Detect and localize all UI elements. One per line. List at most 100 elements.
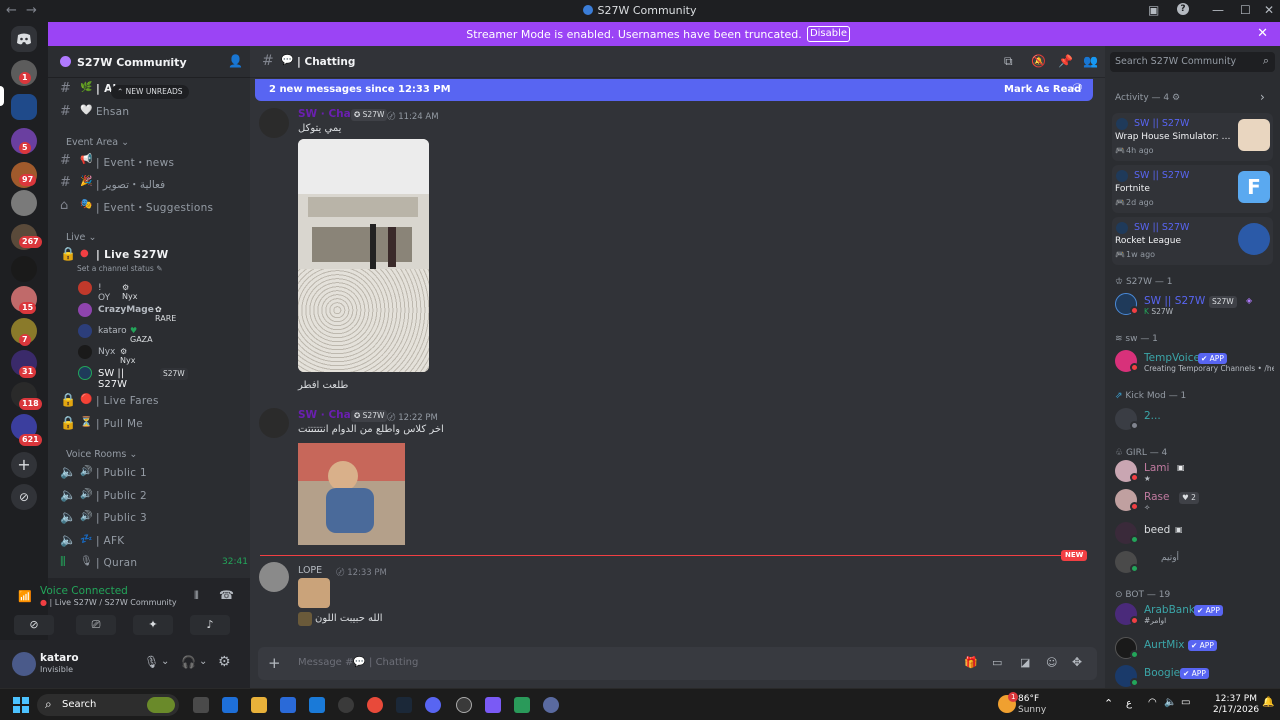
gift-icon[interactable]: 🎁	[964, 656, 978, 669]
chevron-down-icon[interactable]: ⌄	[199, 656, 207, 667]
avatar[interactable]	[259, 408, 289, 438]
soundboard-button[interactable]: ♪	[190, 615, 230, 635]
chevron-up-icon[interactable]: ⌃	[1104, 697, 1113, 710]
set-channel-status[interactable]: Set a channel status ✎	[77, 264, 162, 273]
chevron-right-icon[interactable]: ›	[1260, 90, 1265, 104]
connection-signal-icon[interactable]: 📶	[18, 590, 32, 603]
inbox-icon[interactable]: ▣	[1148, 3, 1159, 17]
game-app-icon[interactable]	[485, 697, 501, 713]
member-item[interactable]: TempVoice ✔ APP Creating Temporary Chann…	[1115, 348, 1275, 374]
discover-icon[interactable]: ⊘	[11, 484, 37, 510]
voice-location[interactable]: ● | Live S27W / S27W Community	[40, 598, 177, 607]
wifi-icon[interactable]: ◠	[1148, 697, 1157, 708]
category-event-area[interactable]: Event Area ⌄	[66, 137, 129, 148]
help-icon[interactable]: ?	[1177, 3, 1189, 15]
emoji-picker-icon[interactable]: ☺	[1046, 656, 1057, 669]
message-image[interactable]	[298, 443, 405, 545]
avatar[interactable]	[259, 562, 289, 592]
sticker-image[interactable]	[298, 578, 330, 608]
steam-icon[interactable]	[396, 697, 412, 713]
task-view-icon[interactable]	[193, 697, 209, 713]
search-input[interactable]: Search S27W Community ⌕	[1110, 52, 1275, 72]
mark-as-read-button[interactable]: Mark As Read	[1004, 84, 1081, 95]
server-icon[interactable]	[11, 256, 37, 282]
chevron-down-icon[interactable]: ⌄	[161, 656, 169, 667]
volume-icon[interactable]: 🔈	[1164, 697, 1176, 708]
message-author[interactable]: LOPE	[298, 565, 322, 576]
add-attachment-icon[interactable]: +	[268, 654, 281, 672]
member-item[interactable]: Boogie ✔ APP	[1115, 663, 1275, 689]
activities-button[interactable]: ✦	[133, 615, 173, 635]
category-live[interactable]: Live ⌄	[66, 232, 96, 243]
chrome-icon[interactable]	[367, 697, 383, 713]
noise-suppression-icon[interactable]: ⦀	[194, 589, 199, 603]
camera-off-button[interactable]: ⊘	[14, 615, 54, 635]
outlook-icon[interactable]	[309, 697, 325, 713]
pin-icon[interactable]: 📌	[1058, 54, 1073, 68]
language-indicator[interactable]: ع	[1126, 698, 1132, 709]
member-item[interactable]: Rase ♥ 2 ✧	[1115, 487, 1275, 513]
category-voice-rooms[interactable]: Voice Rooms ⌄	[66, 449, 137, 460]
minimize-icon[interactable]: —	[1212, 3, 1224, 17]
threads-icon[interactable]: ⧉	[1004, 54, 1013, 69]
guild-header[interactable]: S27W Community ⌄ 👤	[48, 46, 250, 78]
gear-icon[interactable]: ⚙	[218, 654, 231, 670]
member-list-icon[interactable]: 👥	[1083, 54, 1098, 68]
discord-icon[interactable]	[425, 697, 441, 713]
taskbar-search[interactable]: ⌕ Search	[37, 694, 179, 716]
avatar[interactable]	[259, 108, 289, 138]
gif-icon[interactable]: ▭	[992, 656, 1002, 669]
clock-time[interactable]: 12:37 PM	[1215, 694, 1257, 704]
voice-channel[interactable]: 🔈 🔊 | Public 3	[56, 508, 246, 528]
notification-bell-icon[interactable]: 🔔	[1262, 697, 1274, 708]
activity-card[interactable]: SW || S27W Wrap House Simulator: Pro... …	[1112, 113, 1273, 161]
message-composer[interactable]: + Message #💬 | Chatting 🎁 ▭ ◪ ☺ ✥	[258, 647, 1097, 680]
copilot-icon[interactable]	[222, 697, 238, 713]
settings-icon[interactable]	[338, 697, 354, 713]
voice-channel[interactable]: 🔒 ⏳ | Pull Me	[56, 414, 246, 434]
voice-channel[interactable]: 🔈 🔊 | Public 1	[56, 463, 246, 483]
screen-share-button[interactable]: ⎚	[76, 615, 116, 635]
add-server-icon[interactable]: +	[11, 452, 37, 478]
activity-card[interactable]: SW || S27W Rocket League 🎮 1w ago	[1112, 217, 1273, 265]
message-image[interactable]	[298, 139, 429, 372]
message-author[interactable]: SW · Chan	[298, 409, 358, 421]
sticker-icon[interactable]: ◪	[1020, 656, 1030, 669]
channel-item[interactable]: # 📢 | Event・news	[56, 151, 246, 171]
channel-item[interactable]: # 🤍 Ehsan	[56, 102, 246, 122]
disable-streamer-button[interactable]: Disable	[807, 26, 850, 42]
member-item[interactable]: 2...	[1115, 406, 1275, 432]
app-icon[interactable]	[514, 697, 530, 713]
apps-icon[interactable]: ✥	[1072, 655, 1082, 669]
app-icon-active[interactable]	[456, 697, 472, 713]
new-unreads-pill[interactable]: ⌃ NEW UNREADS	[111, 85, 189, 99]
maximize-icon[interactable]: ☐	[1240, 3, 1251, 17]
invite-people-icon[interactable]: 👤	[228, 54, 243, 68]
activity-card[interactable]: SW || S27W Fortnite 🎮 2d ago F	[1112, 165, 1273, 213]
message-input[interactable]: Message #💬 | Chatting	[298, 657, 418, 668]
member-item[interactable]: SW || S27W S27W ◈ K S27W	[1115, 291, 1275, 317]
file-explorer-icon[interactable]	[251, 697, 267, 713]
member-item[interactable]: ArabBank ✔ APP #اوامر	[1115, 601, 1275, 627]
member-item[interactable]: AurtMix ✔ APP	[1115, 635, 1275, 661]
microphone-icon[interactable]: 🎙	[144, 655, 159, 669]
discord-home-icon[interactable]	[11, 26, 37, 52]
member-item[interactable]: أوتيم	[1115, 549, 1275, 575]
mute-bell-icon[interactable]: 🔕	[1031, 54, 1046, 68]
server-icon[interactable]	[11, 190, 37, 216]
close-window-icon[interactable]: ✕	[1264, 3, 1274, 17]
clan-tag[interactable]: ✪ S27W	[351, 109, 388, 121]
clock-date[interactable]: 2/17/2026	[1213, 705, 1259, 715]
voice-channel[interactable]: 🔈 🔊 | Public 2	[56, 486, 246, 506]
stage-channel[interactable]: ⦀ 🎙 | Quran 32:41	[56, 553, 248, 573]
channel-item[interactable]: ⌂ 🎭 | Event・Suggestions	[56, 196, 246, 216]
store-icon[interactable]	[280, 697, 296, 713]
headphones-icon[interactable]: 🎧	[181, 655, 196, 669]
windows-start-icon[interactable]	[13, 697, 29, 713]
voice-channel[interactable]: 🔒 🔴 | Live Fares	[56, 391, 246, 411]
voice-channel[interactable]: 🔈 💤 | AFK	[56, 531, 246, 551]
server-icon-selected[interactable]	[11, 94, 37, 120]
close-icon[interactable]: ✕	[1257, 26, 1268, 41]
new-messages-bar[interactable]: 2 new messages since 12:33 PM Mark As Re…	[255, 79, 1093, 101]
member-item[interactable]: Lami ▣ ★	[1115, 458, 1275, 484]
